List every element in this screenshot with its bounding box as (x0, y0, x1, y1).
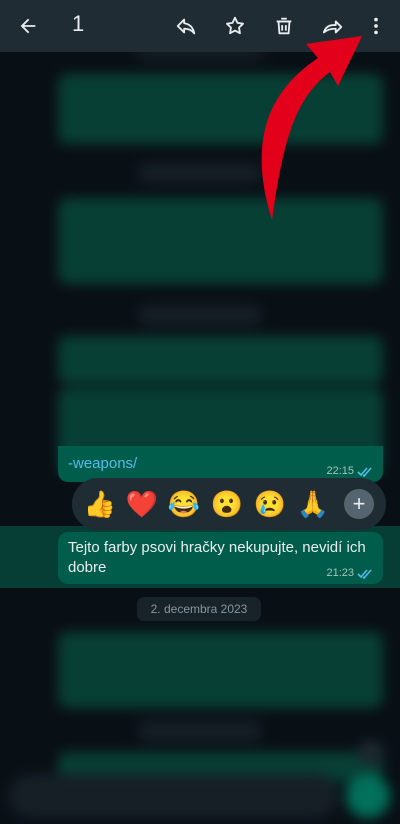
forward-icon (322, 20, 343, 34)
more-options-button[interactable] (358, 8, 394, 44)
double-check-icon (357, 466, 372, 477)
star-button[interactable] (217, 8, 253, 44)
reply-icon (176, 18, 196, 35)
reaction-surprised[interactable]: 😮 (209, 486, 245, 522)
previous-message-time: 22:15 (326, 465, 373, 477)
previous-message[interactable]: -weapons/ 22:15 (58, 446, 383, 482)
reaction-bar: 👍 ❤️ 😂 😮 😢 🙏 + (72, 478, 386, 530)
back-arrow-icon (20, 18, 36, 34)
date-separator: 2. decembra 2023 (137, 597, 261, 621)
reaction-crying[interactable]: 😢 (252, 486, 288, 522)
reaction-pray[interactable]: 🙏 (295, 486, 331, 522)
star-icon (226, 16, 244, 35)
screen: 1 -weapons/ 22:15 Tejto farby psovi hrač… (0, 0, 400, 824)
reaction-heart[interactable]: ❤️ (124, 486, 160, 522)
delete-button[interactable] (266, 8, 302, 44)
forward-button[interactable] (315, 8, 351, 44)
delete-icon (276, 17, 292, 35)
selection-toolbar: 1 (0, 0, 400, 52)
selected-message-time: 21:23 (326, 567, 373, 579)
more-reactions-button[interactable]: + (344, 489, 374, 519)
reply-button[interactable] (168, 8, 204, 44)
previous-message-link-text[interactable]: -weapons/ (68, 454, 137, 474)
reaction-laughing[interactable]: 😂 (166, 486, 202, 522)
back-button[interactable] (10, 8, 46, 44)
dim-overlay (0, 52, 400, 824)
double-check-icon (357, 568, 372, 579)
more-vert-icon (374, 17, 378, 35)
selected-count: 1 (72, 11, 85, 36)
selected-message-bubble[interactable]: Tejto farby psovi hračky nekupujte, nevi… (58, 532, 383, 584)
reaction-thumbs-up[interactable]: 👍 (82, 486, 118, 522)
